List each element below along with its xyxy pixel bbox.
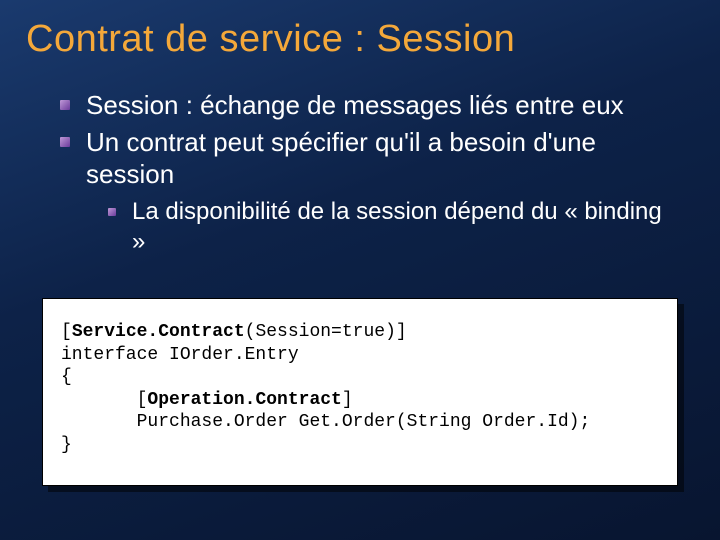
code-block-container: [Service.Contract(Session=true)] interfa…: [42, 298, 678, 486]
sub-bullet-list: La disponibilité de la session dépend du…: [86, 197, 680, 257]
code-l3: {: [61, 367, 72, 387]
sub-bullet-item-1: La disponibilité de la session dépend du…: [108, 197, 680, 257]
code-l4c: ]: [342, 390, 353, 410]
code-l1a: [: [61, 322, 72, 342]
code-l5: Purchase.Order Get.Order(String Order.Id…: [61, 412, 590, 432]
content-area: Session : échange de messages liés entre…: [0, 61, 720, 257]
bullet-list: Session : échange de messages liés entre…: [60, 89, 680, 257]
code-block: [Service.Contract(Session=true)] interfa…: [42, 298, 678, 486]
slide: Contrat de service : Session Session : é…: [0, 0, 720, 540]
bullet-item-1: Session : échange de messages liés entre…: [60, 89, 680, 122]
code-l1c: (Session=true)]: [245, 322, 407, 342]
code-l6: }: [61, 435, 72, 455]
code-l4b: Operation.Contract: [147, 390, 341, 410]
bullet-item-2: Un contrat peut spécifier qu'il a besoin…: [60, 126, 680, 257]
code-l1b: Service.Contract: [72, 322, 245, 342]
code-l4a: [: [61, 390, 147, 410]
bullet-item-2-text: Un contrat peut spécifier qu'il a besoin…: [86, 127, 596, 190]
slide-title: Contrat de service : Session: [0, 0, 720, 61]
code-l2: interface IOrder.Entry: [61, 345, 299, 365]
